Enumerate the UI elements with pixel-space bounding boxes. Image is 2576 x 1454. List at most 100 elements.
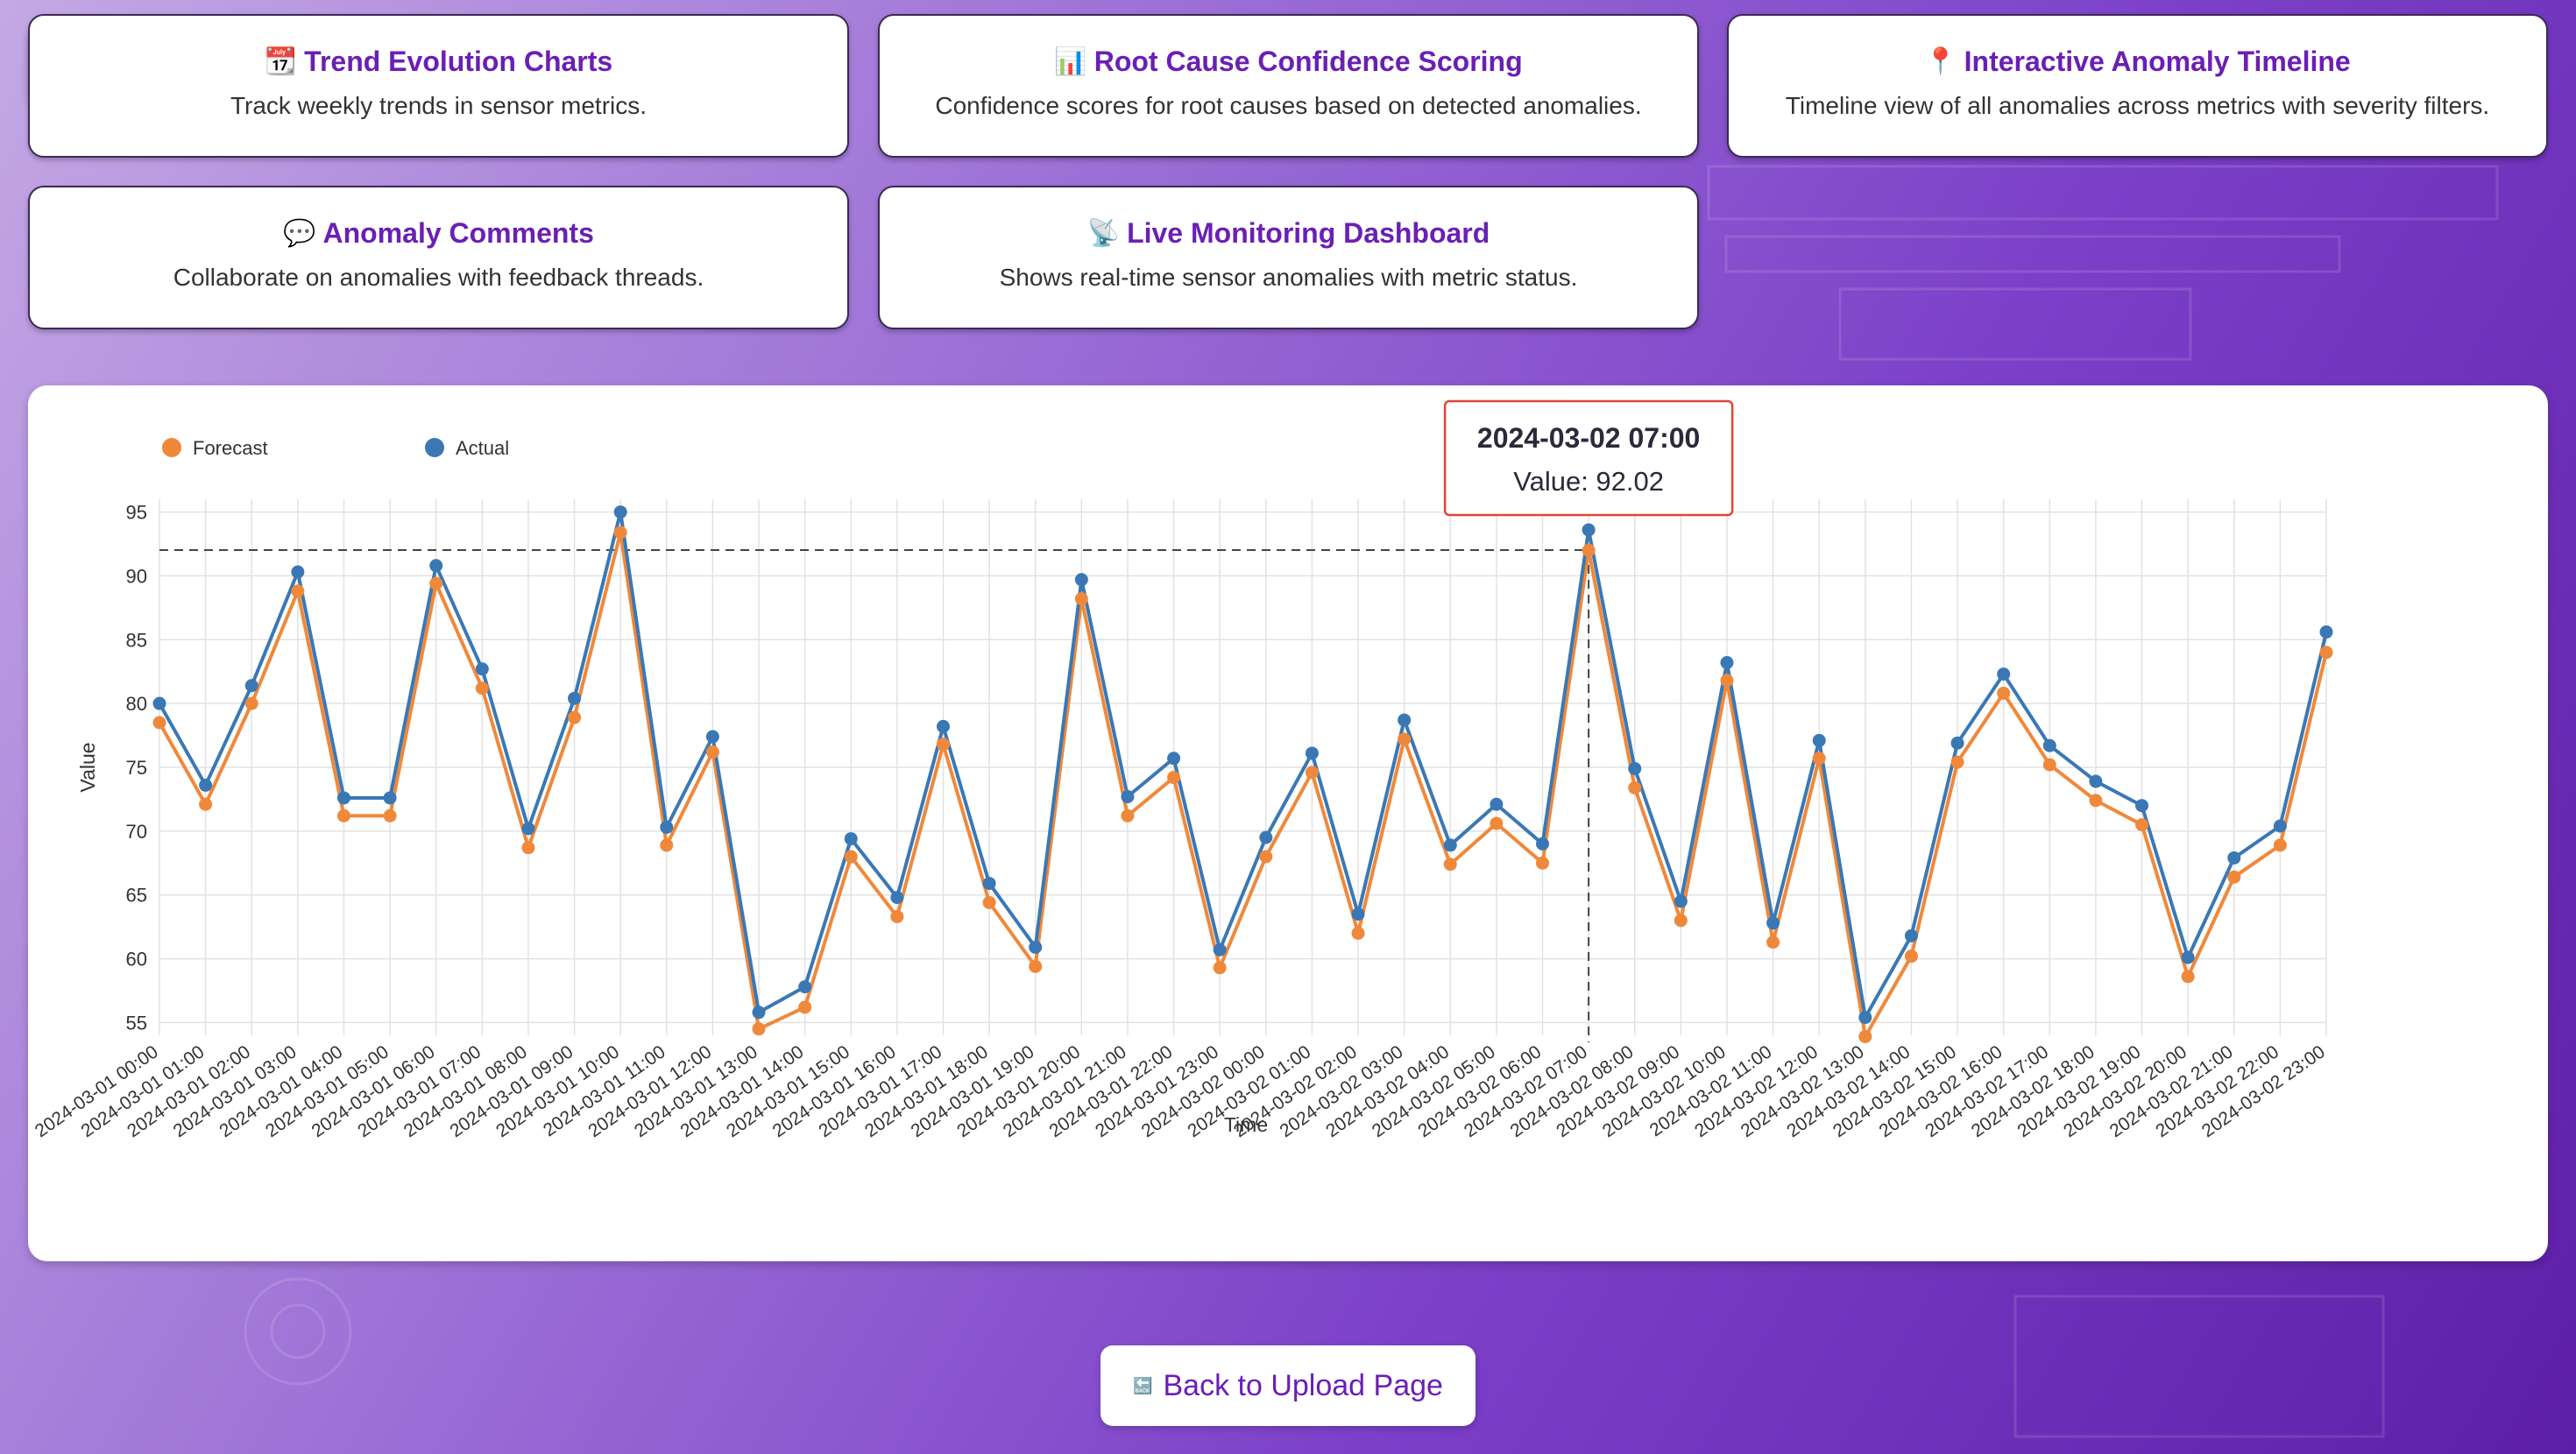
data-point-actual <box>383 791 397 805</box>
feature-card-anomaly-comments[interactable]: 💬 Anomaly Comments Collaborate on anomali… <box>28 186 849 329</box>
data-point-actual <box>1213 942 1227 956</box>
feature-card-root-cause[interactable]: 📊 Root Cause Confidence Scoring Confidenc… <box>878 14 1699 158</box>
card-description: Timeline view of all anomalies across me… <box>1785 92 2490 119</box>
data-point-actual <box>152 696 166 710</box>
data-point-forecast <box>152 716 166 730</box>
data-point-forecast <box>2089 794 2103 808</box>
data-point-forecast <box>2319 646 2333 660</box>
back-to-upload-button[interactable]: 🔙 Back to Upload Page <box>1100 1345 1476 1426</box>
data-point-forecast <box>1812 752 1826 766</box>
data-point-forecast <box>2181 970 2195 984</box>
card-title: Trend Evolution Charts <box>304 46 613 77</box>
data-point-forecast <box>383 808 397 822</box>
data-point-forecast <box>475 681 489 695</box>
y-tick-label: 65 <box>126 885 147 907</box>
card-title: Root Cause Confidence Scoring <box>1093 46 1523 77</box>
data-point-forecast <box>2227 870 2241 884</box>
legend-label-forecast: Forecast <box>193 437 268 459</box>
feature-card-anomaly-timeline[interactable]: 📍 Interactive Anomaly Timeline Timeline v… <box>1727 14 2548 158</box>
y-tick-label: 70 <box>126 821 147 843</box>
data-point-actual <box>1674 894 1688 908</box>
feature-card-trend-evolution[interactable]: 📆 Trend Evolution Charts Track weekly tre… <box>28 14 849 158</box>
data-point-forecast <box>1443 858 1457 872</box>
data-point-actual <box>1812 733 1826 747</box>
data-point-actual <box>1490 797 1504 811</box>
data-point-forecast <box>1490 816 1504 830</box>
card-description: Shows real-time sensor anomalies with me… <box>999 264 1578 291</box>
data-point-actual <box>1259 830 1273 844</box>
data-point-actual <box>1720 656 1734 670</box>
legend-marker-actual <box>425 438 444 457</box>
data-point-forecast <box>199 797 213 811</box>
data-point-forecast <box>1536 856 1550 870</box>
data-point-actual <box>1398 713 1412 727</box>
data-point-actual <box>1443 838 1457 852</box>
data-point-actual <box>2273 819 2287 833</box>
data-point-actual <box>2135 799 2149 813</box>
data-point-forecast <box>1029 959 1043 973</box>
data-point-forecast <box>1582 543 1596 557</box>
data-point-forecast <box>982 895 996 909</box>
data-point-actual <box>936 719 950 733</box>
data-point-actual <box>336 791 350 805</box>
data-point-actual <box>890 891 904 905</box>
legend-label-actual: Actual <box>456 437 509 459</box>
data-point-forecast <box>844 850 858 864</box>
data-point-actual <box>613 505 627 519</box>
data-point-actual <box>982 877 996 891</box>
data-point-forecast <box>2042 758 2056 772</box>
data-point-forecast <box>1398 732 1412 746</box>
data-point-forecast <box>705 745 719 759</box>
card-title: Live Monitoring Dashboard <box>1127 217 1490 249</box>
pin-icon: 📍 <box>1924 47 1957 76</box>
series-line-actual <box>158 510 2328 1020</box>
data-point-actual <box>1582 523 1596 537</box>
data-point-forecast <box>568 710 582 724</box>
data-point-actual <box>1351 907 1365 921</box>
data-point-actual <box>1904 928 1918 942</box>
chart-svg: 5560657075808590952024-03-01 00:002024-0… <box>32 399 2333 1141</box>
y-tick-label: 95 <box>126 502 147 524</box>
data-point-forecast <box>1305 766 1319 780</box>
data-point-actual <box>1858 1011 1872 1025</box>
feature-card-live-monitoring[interactable]: 📡 Live Monitoring Dashboard Shows real-ti… <box>878 186 1699 329</box>
card-title: Interactive Anomaly Timeline <box>1964 46 2351 77</box>
data-point-actual <box>521 822 535 836</box>
data-point-actual <box>1628 761 1642 775</box>
data-point-forecast <box>1720 674 1734 688</box>
data-point-forecast <box>429 576 443 590</box>
data-point-forecast <box>1904 949 1918 963</box>
data-point-forecast <box>1121 808 1135 822</box>
data-point-actual <box>1029 940 1043 954</box>
data-point-actual <box>244 679 258 693</box>
data-point-actual <box>1997 667 2011 681</box>
card-description: Confidence scores for root causes based … <box>935 92 1642 119</box>
legend-marker-forecast <box>162 438 181 457</box>
y-tick-label: 85 <box>126 629 147 651</box>
data-point-actual <box>1536 836 1550 851</box>
data-point-forecast <box>1074 592 1088 606</box>
data-point-forecast <box>890 909 904 923</box>
data-point-forecast <box>613 526 627 540</box>
data-point-forecast <box>244 696 258 710</box>
y-tick-label: 55 <box>126 1012 147 1034</box>
data-point-actual <box>2181 950 2195 964</box>
data-point-actual <box>1121 790 1135 804</box>
satellite-dish-icon: 📡 <box>1086 219 1121 248</box>
forecast-vs-actual-chart: 55 60 65 70 75 80 85 90 95 2024-03-01 00:00 2024-0… <box>28 385 2548 1261</box>
y-tick-label: 60 <box>126 949 147 971</box>
card-description: Track weekly trends in sensor metrics. <box>230 92 648 119</box>
tooltip-time: 2024-03-02 07:00 <box>1477 422 1700 454</box>
data-point-actual <box>475 662 489 676</box>
back-icon: 🔙 <box>1133 1377 1153 1394</box>
data-point-forecast <box>1858 1029 1872 1043</box>
card-title: Anomaly Comments <box>322 217 594 249</box>
data-point-forecast <box>1213 961 1227 975</box>
data-point-forecast <box>291 584 305 598</box>
data-point-forecast <box>336 808 350 822</box>
data-point-actual <box>798 980 812 994</box>
data-point-actual <box>429 559 443 573</box>
back-button-label: Back to Upload Page <box>1163 1368 1443 1402</box>
data-point-forecast <box>1674 914 1688 928</box>
data-point-actual <box>2319 625 2333 639</box>
